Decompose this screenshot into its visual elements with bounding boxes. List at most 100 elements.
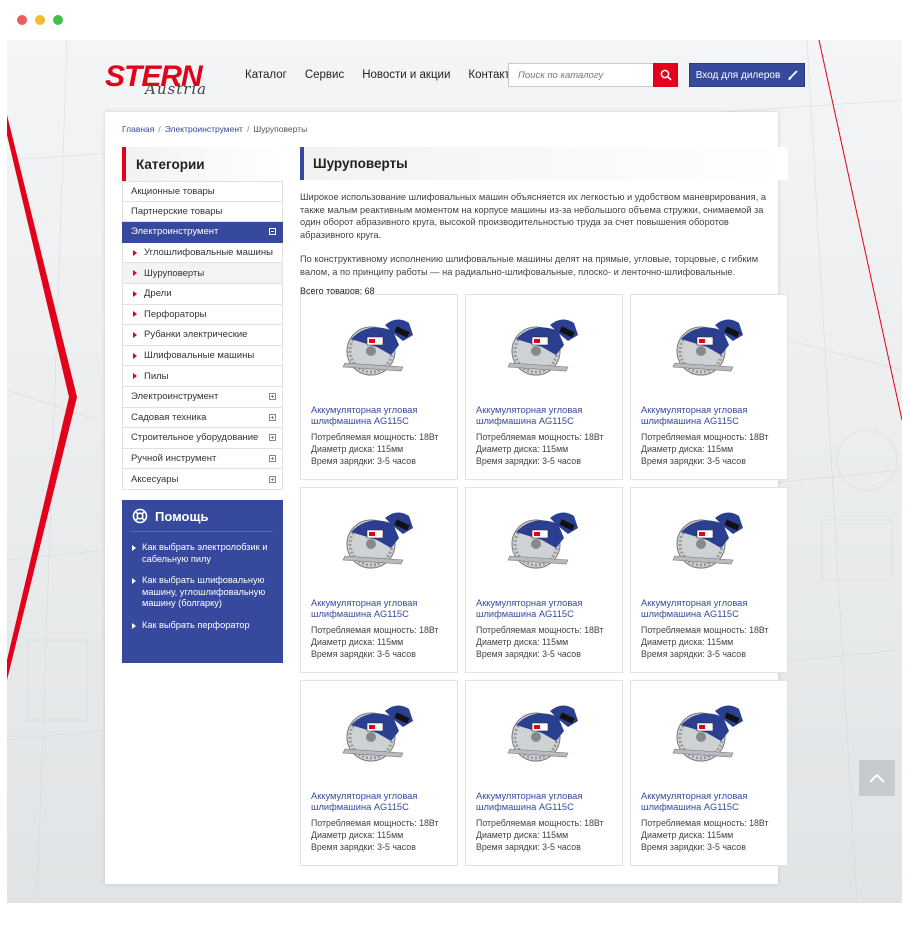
- product-title[interactable]: Аккумуляторная угловая шлифмашина AG115C: [641, 405, 781, 427]
- product-card[interactable]: Аккумуляторная угловая шлифмашина AG115C…: [630, 680, 788, 866]
- window-controls: [17, 15, 63, 25]
- product-title[interactable]: Аккумуляторная угловая шлифмашина AG115C: [476, 598, 616, 620]
- scroll-to-top-button[interactable]: [859, 760, 895, 796]
- product-power: Потребляемая мощность: 18Вт: [476, 432, 604, 442]
- breadcrumb-section[interactable]: Электроинструмент: [165, 124, 243, 134]
- breadcrumb-separator: /: [158, 124, 161, 134]
- sidebar-item-garden[interactable]: Садовая техника: [122, 407, 283, 429]
- product-power: Потребляемая мощность: 18Вт: [641, 625, 769, 635]
- sidebar-item-construction[interactable]: Строительное уборудование: [122, 428, 283, 449]
- collapse-icon[interactable]: [269, 228, 276, 236]
- page-viewport: STERN Austria Каталог Сервис Новости и а…: [7, 40, 902, 903]
- product-title[interactable]: Аккумуляторная угловая шлифмашина AG115C: [641, 598, 781, 620]
- product-power: Потребляемая мощность: 18Вт: [311, 625, 439, 635]
- sidebar-item-label: Строительное уборудование: [131, 432, 259, 444]
- product-disk: Диаметр диска: 115мм: [641, 637, 734, 647]
- sidebar-item-label: Садовая техника: [131, 411, 207, 423]
- bullet-arrow-icon: [133, 290, 137, 297]
- product-title[interactable]: Аккумуляторная угловая шлифмашина AG115C: [311, 791, 451, 813]
- circular-saw-image: [342, 512, 413, 569]
- help-link-label: Как выбрать перфоратор: [142, 619, 250, 630]
- help-link-label: Как выбрать шлифовальную машину, углошли…: [142, 575, 266, 608]
- sidebar-item-hand-tools[interactable]: Ручной инструмент: [122, 448, 283, 470]
- help-link-label: Как выбрать электролобзик и сабельную пи…: [142, 542, 268, 564]
- sidebar-item-power-tools[interactable]: Электроинструмент: [122, 386, 283, 408]
- minimize-dot[interactable]: [35, 15, 45, 25]
- sidebar-item-partner[interactable]: Партнерские товары: [122, 201, 283, 223]
- sidebar-subitem-saws[interactable]: Пилы: [122, 366, 283, 387]
- sidebar-subitem-screwdrivers[interactable]: Шуруповерты: [122, 263, 283, 284]
- product-card[interactable]: Аккумуляторная угловая шлифмашина AG115C…: [465, 487, 623, 673]
- help-link-jigsaw[interactable]: Как выбрать электролобзик и сабельную пи…: [132, 542, 273, 565]
- help-title: Помощь: [132, 508, 273, 532]
- product-charge: Время зарядки: 3-5 часов: [641, 456, 746, 466]
- sidebar-item-label: Углошлифовальные машины: [144, 247, 273, 259]
- sidebar-item-label: Электроинструмент: [131, 391, 219, 403]
- sidebar-item-power-tools-active[interactable]: Электроинструмент: [122, 222, 283, 243]
- product-disk: Диаметр диска: 115мм: [476, 830, 569, 840]
- product-power: Потребляемая мощность: 18Вт: [641, 818, 769, 828]
- close-dot[interactable]: [17, 15, 27, 25]
- bullet-arrow-icon: [133, 311, 137, 318]
- product-charge: Время зарядки: 3-5 часов: [641, 842, 746, 852]
- dealer-login-button[interactable]: Вход для дилеров: [689, 63, 805, 87]
- stern-logo[interactable]: STERN Austria: [105, 62, 223, 99]
- bullet-arrow-icon: [133, 373, 137, 380]
- sidebar-subitem-planers[interactable]: Рубанки электрические: [122, 325, 283, 346]
- breadcrumb-home[interactable]: Главная: [122, 124, 154, 134]
- sidebar-item-label: Пилы: [144, 370, 169, 382]
- product-card[interactable]: Аккумуляторная угловая шлифмашина AG115C…: [465, 680, 623, 866]
- search-button[interactable]: [653, 63, 678, 87]
- product-disk: Диаметр диска: 115мм: [641, 830, 734, 840]
- product-disk: Диаметр диска: 115мм: [311, 444, 404, 454]
- product-card[interactable]: Аккумуляторная угловая шлифмашина AG115C…: [630, 487, 788, 673]
- content-card: Главная / Электроинструмент / Шуруповерты Ка…: [105, 112, 788, 884]
- expand-icon[interactable]: [269, 393, 276, 401]
- product-title[interactable]: Аккумуляторная угловая шлифмашина AG115C: [641, 791, 781, 813]
- product-charge: Время зарядки: 3-5 часов: [476, 842, 581, 852]
- description-paragraph: Широкое использование шлифовальных машин…: [300, 192, 767, 240]
- product-card[interactable]: Аккумуляторная угловая шлифмашина AG115C…: [630, 294, 788, 480]
- search-input[interactable]: [508, 63, 653, 87]
- product-power: Потребляемая мощность: 18Вт: [311, 432, 439, 442]
- expand-icon[interactable]: [269, 413, 276, 421]
- expand-icon[interactable]: [269, 455, 276, 463]
- product-card[interactable]: Аккумуляторная угловая шлифмашина AG115C…: [300, 487, 458, 673]
- product-title[interactable]: Аккумуляторная угловая шлифмашина AG115C: [476, 405, 616, 427]
- bullet-arrow-icon: [133, 249, 137, 256]
- product-charge: Время зарядки: 3-5 часов: [476, 649, 581, 659]
- product-card[interactable]: Аккумуляторная угловая шлифмашина AG115C…: [465, 294, 623, 480]
- help-title-text: Помощь: [155, 508, 209, 524]
- nav-service[interactable]: Сервис: [305, 69, 344, 81]
- expand-icon[interactable]: [269, 434, 276, 442]
- sidebar-item-label: Рубанки электрические: [144, 329, 248, 341]
- sidebar-item-promo[interactable]: Акционные товары: [122, 181, 283, 202]
- bullet-arrow-icon: [133, 352, 137, 359]
- product-title[interactable]: Аккумуляторная угловая шлифмашина AG115C: [311, 598, 451, 620]
- sidebar-title: Категории: [122, 147, 283, 181]
- product-card[interactable]: Аккумуляторная угловая шлифмашина AG115C…: [300, 294, 458, 480]
- product-charge: Время зарядки: 3-5 часов: [641, 649, 746, 659]
- sidebar-subitem-angle-grinders[interactable]: Углошлифовальные машины: [122, 242, 283, 264]
- product-disk: Диаметр диска: 115мм: [641, 444, 734, 454]
- help-link-grinder[interactable]: Как выбрать шлифовальную машину, углошли…: [132, 575, 273, 610]
- help-link-perforator[interactable]: Как выбрать перфоратор: [132, 620, 273, 632]
- breadcrumb-current: Шуруповерты: [253, 124, 308, 134]
- product-title[interactable]: Аккумуляторная угловая шлифмашина AG115C: [476, 791, 616, 813]
- sidebar-subitem-perforators[interactable]: Перфораторы: [122, 304, 283, 326]
- maximize-dot[interactable]: [53, 15, 63, 25]
- sidebar-subitem-sanders[interactable]: Шлифовальные машины: [122, 345, 283, 367]
- sidebar-subitem-drills[interactable]: Дрели: [122, 283, 283, 305]
- arrow-icon: [132, 622, 136, 629]
- expand-icon[interactable]: [269, 475, 276, 483]
- sidebar-item-label: Перфораторы: [144, 308, 207, 320]
- circular-saw-image: [672, 512, 743, 569]
- product-title[interactable]: Аккумуляторная угловая шлифмашина AG115C: [311, 405, 451, 427]
- circular-saw-image: [342, 705, 413, 762]
- sidebar-item-accessories[interactable]: Аксесуары: [122, 469, 283, 490]
- nav-catalog[interactable]: Каталог: [245, 69, 287, 81]
- circular-saw-image: [507, 512, 578, 569]
- nav-news[interactable]: Новости и акции: [362, 69, 450, 81]
- product-card[interactable]: Аккумуляторная угловая шлифмашина AG115C…: [300, 680, 458, 866]
- circular-saw-image: [672, 705, 743, 762]
